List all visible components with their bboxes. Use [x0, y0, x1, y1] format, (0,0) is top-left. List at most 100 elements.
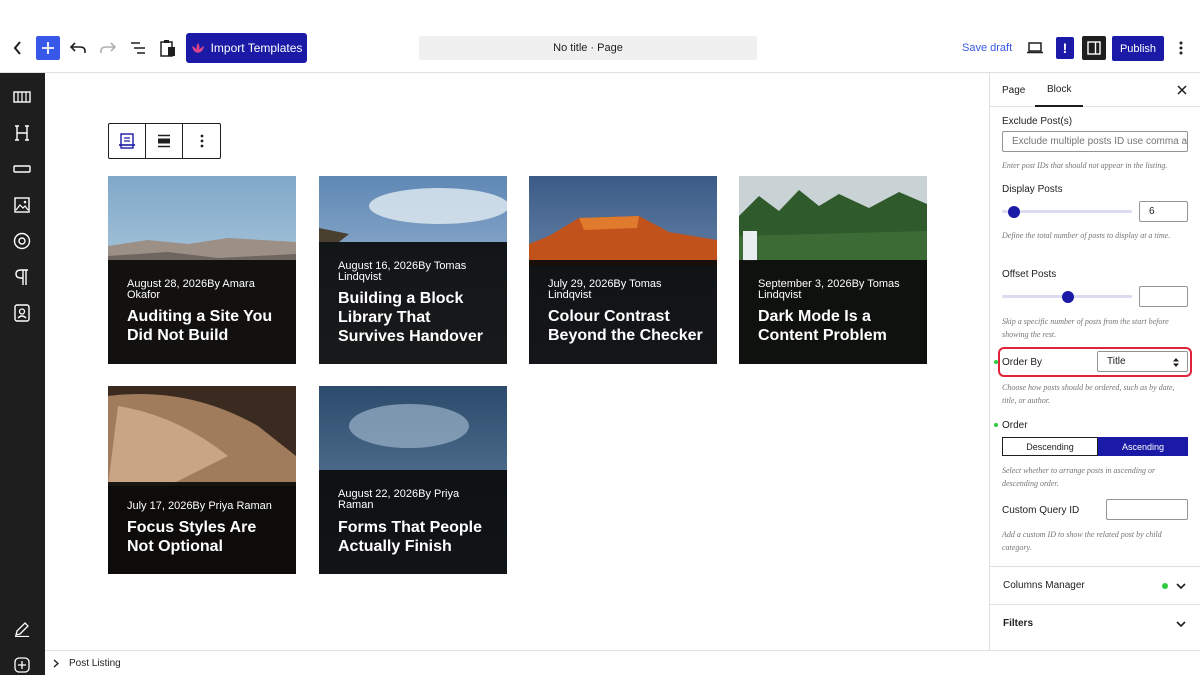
order-by-value: Title — [1107, 356, 1126, 367]
post-card[interactable]: September 3, 2026By Tomas Lindqvist Dark… — [739, 176, 927, 364]
clipboard-button[interactable] — [158, 37, 178, 59]
publish-button[interactable]: Publish — [1112, 36, 1164, 61]
footer-breadcrumb-bar: Post Listing — [45, 650, 1200, 675]
document-title-bar[interactable]: No title · Page — [419, 36, 757, 60]
redo-icon — [100, 42, 116, 53]
order-by-select[interactable]: Title — [1097, 351, 1188, 372]
save-draft-button[interactable]: Save draft — [962, 42, 1012, 54]
custom-query-input[interactable] — [1106, 499, 1188, 520]
undo-icon — [70, 42, 86, 53]
undo-button[interactable] — [68, 38, 88, 58]
display-posts-input[interactable]: 6 — [1139, 201, 1188, 222]
block-inserter-sidebar — [0, 73, 45, 675]
custom-query-help: Add a custom ID to show the related post… — [1002, 530, 1162, 552]
chevron-down-icon — [1176, 583, 1186, 590]
align-icon[interactable] — [146, 124, 183, 158]
more-options-icon[interactable] — [183, 124, 220, 158]
custom-query-label: Custom Query ID — [1002, 505, 1080, 516]
filters-label: Filters — [1003, 618, 1034, 629]
lotus-icon — [191, 43, 204, 53]
post-listing-icon[interactable] — [109, 124, 146, 158]
preview-button[interactable] — [1025, 38, 1045, 58]
offset-posts-slider-thumb[interactable] — [1062, 291, 1074, 303]
document-title: No title · Page — [553, 42, 623, 54]
post-meta: August 28, 2026By Amara Okafor — [127, 278, 255, 301]
plugin-alert-button[interactable]: ! — [1056, 37, 1074, 59]
paragraph-icon[interactable] — [12, 267, 32, 287]
post-title[interactable]: Auditing a Site You Did Not Build — [127, 307, 286, 345]
order-help: Select whether to arrange posts in ascen… — [1002, 466, 1156, 488]
import-templates-label: Import Templates — [210, 41, 303, 55]
back-chevron-icon[interactable] — [10, 38, 26, 58]
order-descending-button[interactable]: Descending — [1002, 437, 1098, 456]
tab-block[interactable]: Block — [1035, 73, 1084, 107]
close-icon[interactable] — [1176, 84, 1188, 96]
post-meta: August 22, 2026By Priya Raman — [338, 488, 460, 511]
editor-canvas: August 28, 2026By Amara Okafor Auditing … — [45, 73, 989, 650]
offset-posts-help: Skip a specific number of posts from the… — [1002, 317, 1169, 339]
display-posts-label: Display Posts — [1002, 184, 1063, 195]
post-title[interactable]: Forms That People Actually Finish — [338, 518, 497, 556]
tab-page[interactable]: Page — [1002, 73, 1025, 107]
post-card[interactable]: August 16, 2026By Tomas Lindqvist Buildi… — [319, 176, 507, 364]
order-by-modified-dot — [994, 360, 998, 364]
exclude-posts-placeholder: Exclude multiple posts ID use comma a — [1012, 136, 1187, 147]
display-posts-help: Define the total number of posts to disp… — [1002, 231, 1171, 240]
redo-button[interactable] — [98, 38, 118, 58]
columns-manager-section[interactable]: Columns Manager — [990, 566, 1200, 604]
post-card[interactable]: July 29, 2026By Tomas Lindqvist Colour C… — [529, 176, 717, 364]
post-title[interactable]: Focus Styles Are Not Optional — [127, 518, 286, 556]
post-title[interactable]: Building a Block Library That Survives H… — [338, 289, 497, 346]
add-circle-icon[interactable] — [12, 655, 32, 675]
exclude-posts-help: Enter post IDs that should not appear in… — [1002, 161, 1168, 170]
post-title[interactable]: Dark Mode Is a Content Problem — [758, 307, 917, 345]
list-view-icon — [131, 42, 145, 54]
post-meta: July 17, 2026By Priya Raman — [127, 500, 272, 512]
exclamation-icon: ! — [1062, 40, 1068, 56]
chevron-down-icon — [1176, 621, 1186, 628]
offset-posts-input[interactable] — [1139, 286, 1188, 307]
options-menu-button[interactable] — [1174, 38, 1188, 58]
target-icon[interactable] — [12, 231, 32, 251]
add-block-button[interactable] — [36, 36, 60, 60]
display-posts-slider-thumb[interactable] — [1008, 206, 1020, 218]
document-overview-button[interactable] — [128, 38, 148, 58]
order-by-label: Order By — [1002, 357, 1043, 368]
post-meta: July 29, 2026By Tomas Lindqvist — [548, 278, 662, 301]
breadcrumb-post-listing[interactable]: Post Listing — [69, 658, 121, 669]
block-toolbar — [108, 123, 221, 159]
clipboard-icon — [160, 40, 175, 57]
profile-card-icon[interactable] — [12, 303, 32, 323]
edit-pencil-icon[interactable] — [12, 619, 32, 639]
display-posts-value: 6 — [1149, 206, 1155, 217]
post-card[interactable]: July 17, 2026By Priya Raman Focus Styles… — [108, 386, 296, 574]
post-card[interactable]: August 28, 2026By Amara Okafor Auditing … — [108, 176, 296, 364]
post-title[interactable]: Colour Contrast Beyond the Checker — [548, 307, 707, 345]
publish-label: Publish — [1119, 42, 1157, 55]
button-block-icon[interactable] — [12, 159, 32, 179]
chevron-right-icon — [53, 658, 59, 668]
columns-icon[interactable] — [12, 87, 32, 107]
vertical-dots-icon — [1179, 41, 1183, 55]
order-label: Order — [1002, 420, 1028, 431]
top-toolbar: Import Templates No title · Page Save dr… — [0, 0, 1200, 73]
exclude-posts-label: Exclude Post(s) — [1002, 116, 1073, 127]
select-arrows-icon — [1173, 358, 1179, 367]
columns-manager-label: Columns Manager — [1003, 580, 1085, 591]
heading-icon[interactable] — [12, 123, 32, 143]
status-dot — [1162, 583, 1168, 589]
post-meta: September 3, 2026By Tomas Lindqvist — [758, 278, 900, 301]
filters-section[interactable]: Filters — [990, 604, 1200, 642]
image-icon[interactable] — [12, 195, 32, 215]
plus-icon — [42, 42, 54, 54]
display-posts-slider[interactable] — [1002, 210, 1132, 213]
exclude-posts-input[interactable]: Exclude multiple posts ID use comma a — [1002, 131, 1188, 152]
import-templates-button[interactable]: Import Templates — [186, 33, 307, 63]
order-by-help: Choose how posts should be ordered, such… — [1002, 383, 1175, 405]
order-descending-label: Descending — [1026, 441, 1074, 452]
settings-sidebar-toggle[interactable] — [1082, 36, 1106, 60]
order-ascending-button[interactable]: Ascending — [1098, 437, 1188, 456]
post-meta: August 16, 2026By Tomas Lindqvist — [338, 260, 467, 283]
post-card[interactable]: August 22, 2026By Priya Raman Forms That… — [319, 386, 507, 574]
sidebar-icon — [1087, 41, 1101, 55]
